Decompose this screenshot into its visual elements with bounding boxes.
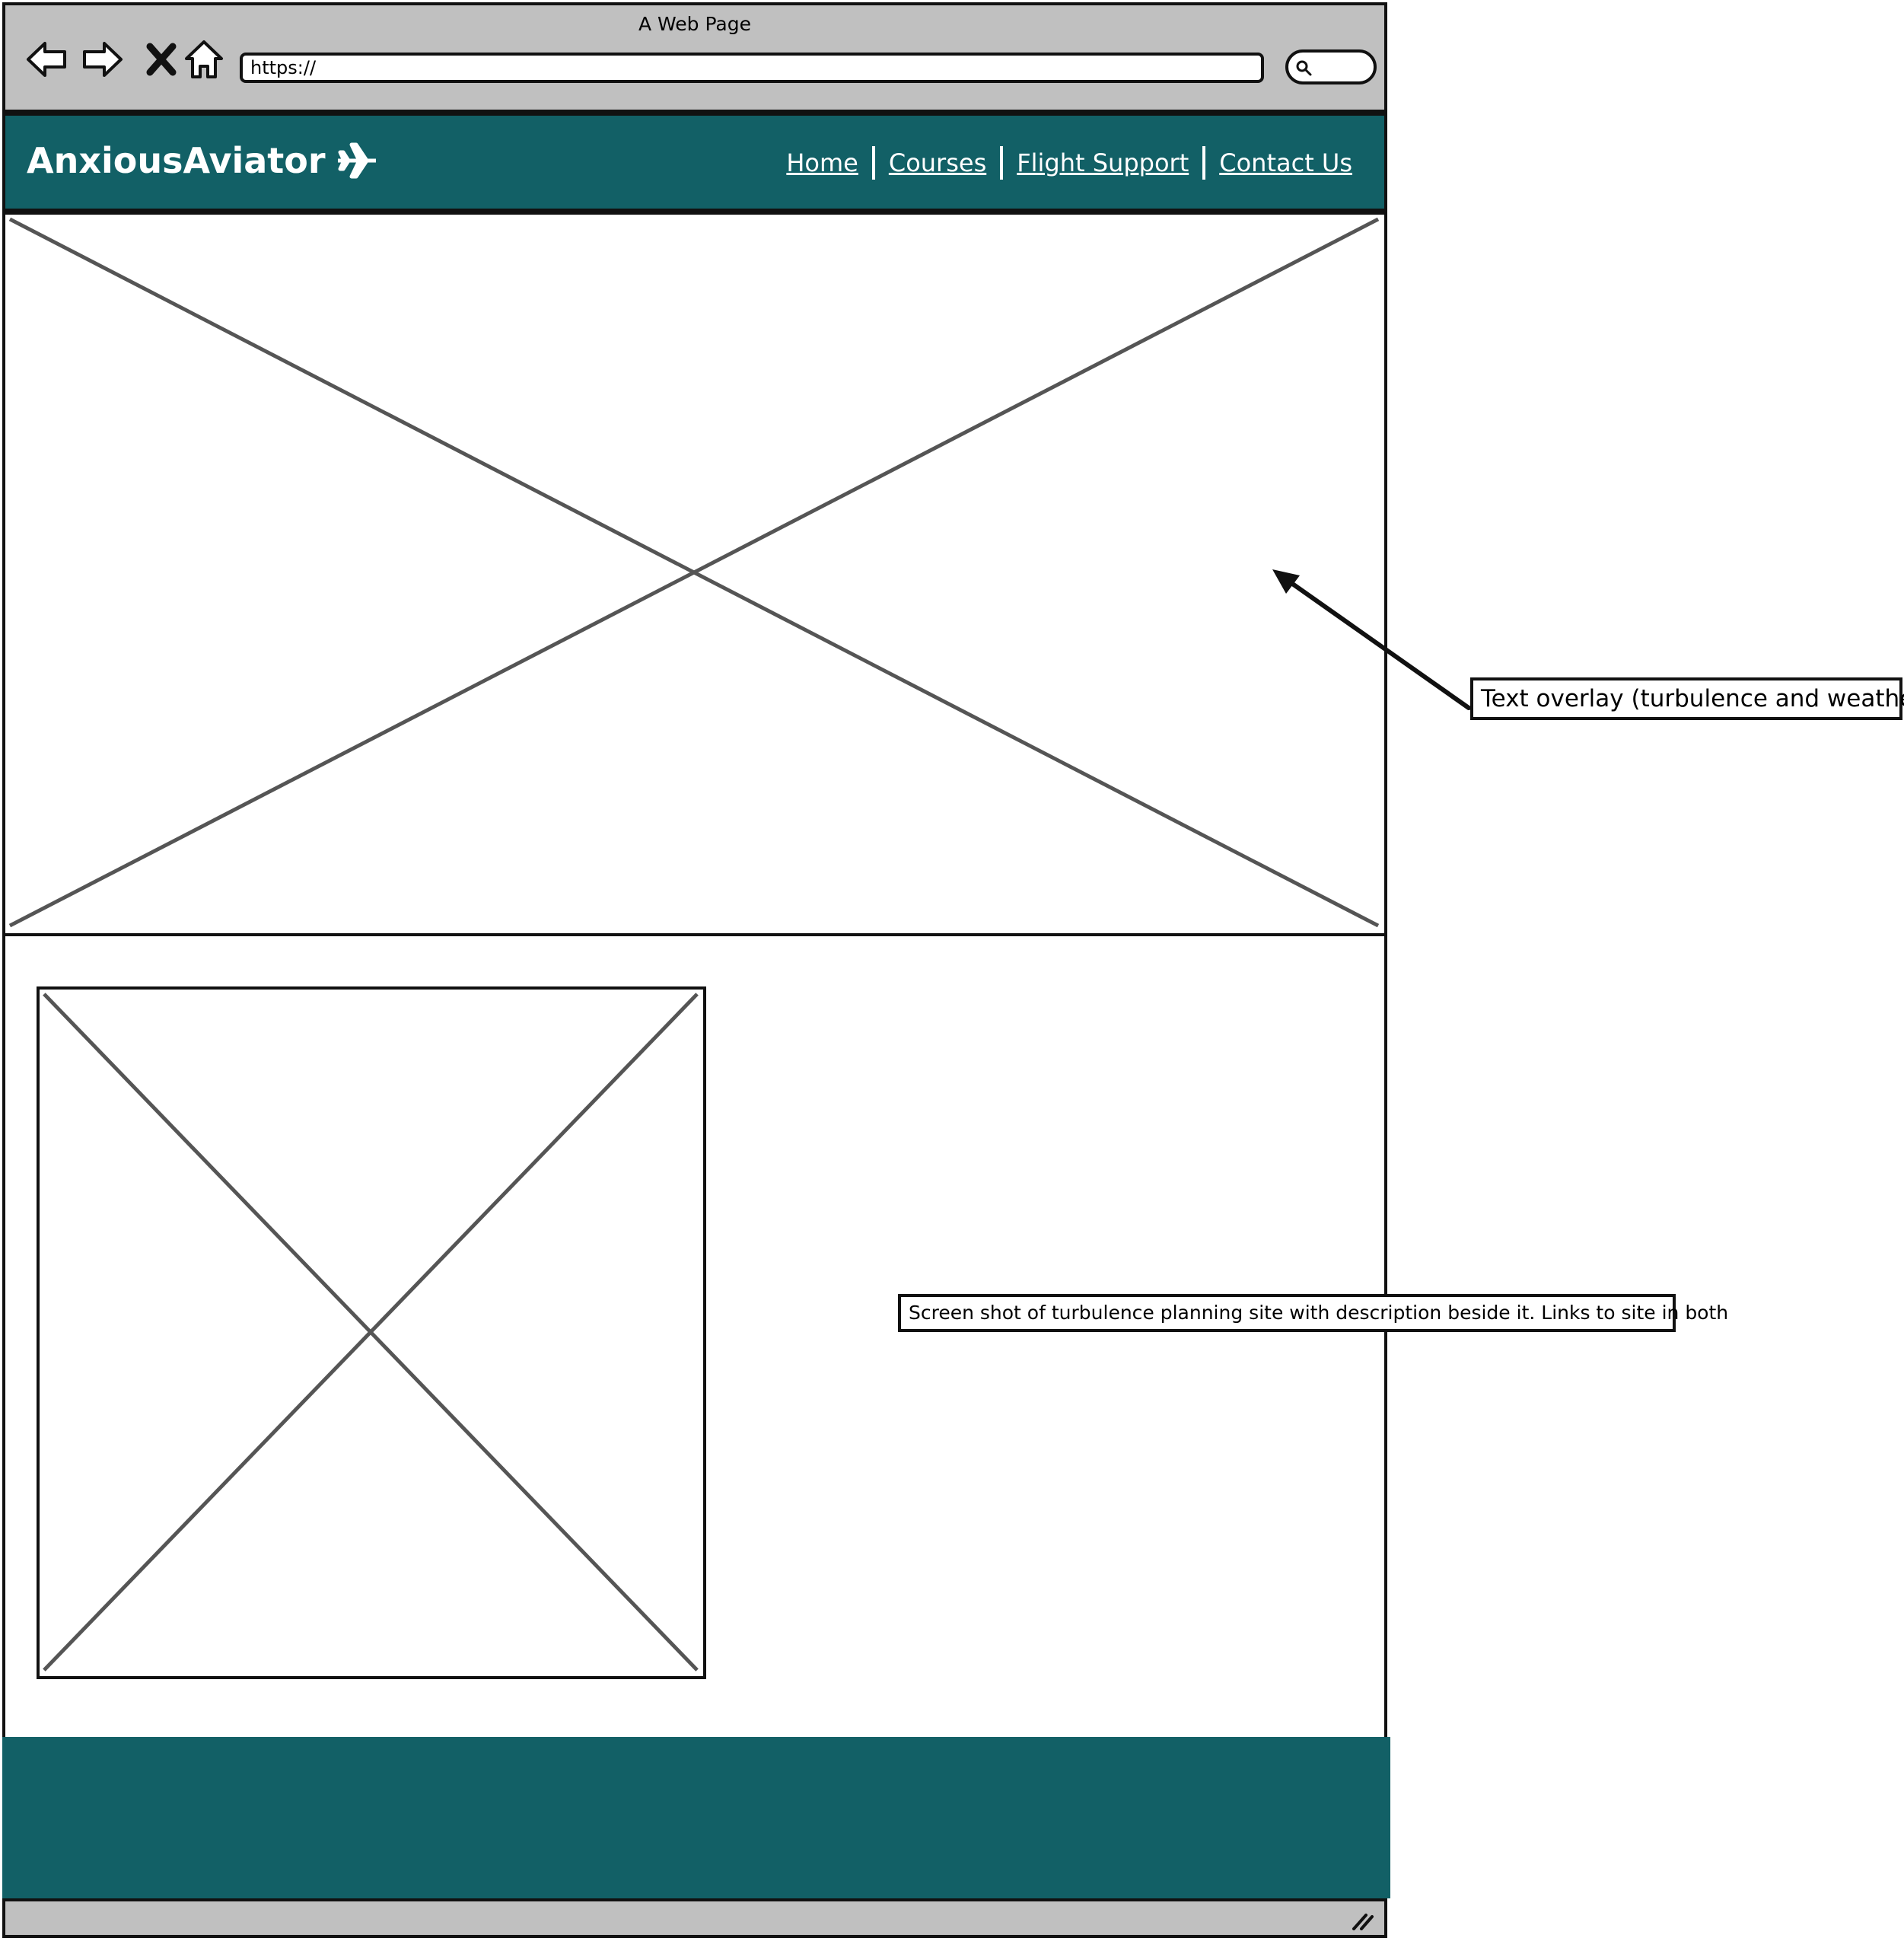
site-header: AnxiousAviator Home Courses Flight Suppo… xyxy=(2,113,1387,212)
url-input[interactable]: https:// xyxy=(240,53,1264,83)
annotation-arrow xyxy=(1272,569,1471,710)
screenshot-annotation-note: Screen shot of turbulence planning site … xyxy=(898,1294,1728,1332)
window-title: A Web Page xyxy=(638,13,752,35)
browser-title-bar: A Web Page https:// xyxy=(2,2,1387,113)
screenshot-image-placeholder xyxy=(37,986,706,1679)
search-icon xyxy=(1296,60,1312,76)
main-nav: Home Courses Flight Support Contact Us xyxy=(772,146,1366,180)
resize-grip-icon[interactable] xyxy=(1351,1911,1374,1930)
browser-status-bar xyxy=(2,1898,1387,1938)
image-placeholder-cross xyxy=(8,217,1380,928)
close-icon[interactable] xyxy=(139,37,183,81)
search-box[interactable] xyxy=(1285,49,1377,84)
brand-name: AnxiousAviator xyxy=(27,140,326,181)
site-footer xyxy=(2,1737,1390,1898)
nav-link-flight-support[interactable]: Flight Support xyxy=(1003,148,1202,177)
airplane-icon xyxy=(337,142,376,179)
nav-link-courses[interactable]: Courses xyxy=(875,148,1000,177)
nav-link-contact-us[interactable]: Contact Us xyxy=(1205,148,1366,177)
home-icon[interactable] xyxy=(182,37,226,81)
hero-annotation-note: Text overlay (turbulence and weather) xyxy=(1470,677,1904,720)
brand-logo[interactable]: AnxiousAviator xyxy=(27,140,377,181)
hero-image-placeholder xyxy=(2,212,1387,936)
nav-link-home[interactable]: Home xyxy=(772,148,872,177)
back-arrow-icon[interactable] xyxy=(25,37,69,81)
forward-arrow-icon[interactable] xyxy=(80,37,124,81)
image-placeholder-cross xyxy=(43,993,699,1672)
